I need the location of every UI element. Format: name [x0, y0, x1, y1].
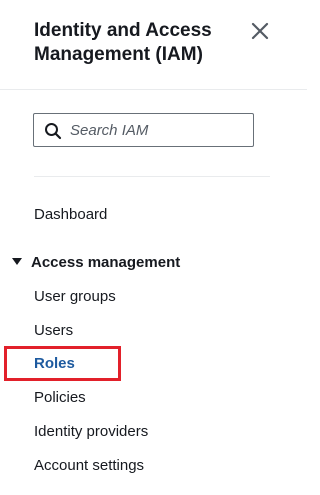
header-divider	[0, 89, 307, 90]
nav-identity-providers[interactable]: Identity providers	[34, 422, 148, 442]
nav-account-settings[interactable]: Account settings	[34, 456, 144, 476]
nav-users[interactable]: Users	[34, 321, 73, 341]
roles-highlight-box	[4, 346, 121, 381]
search-icon	[45, 123, 62, 140]
close-icon	[251, 22, 269, 40]
access-management-section[interactable]: Access management	[12, 253, 180, 273]
nav-dashboard[interactable]: Dashboard	[34, 205, 107, 225]
caret-down-icon	[12, 258, 22, 265]
close-button[interactable]	[247, 18, 273, 44]
search-box[interactable]	[33, 113, 254, 147]
search-input[interactable]	[70, 114, 250, 146]
search-divider	[34, 176, 270, 177]
section-label: Access management	[31, 254, 181, 271]
panel-title: Identity and Access Management (IAM)	[34, 20, 212, 65]
iam-side-navigation: Identity and Access Management (IAM) Das…	[0, 0, 307, 495]
nav-policies[interactable]: Policies	[34, 388, 86, 408]
nav-user-groups[interactable]: User groups	[34, 287, 116, 307]
